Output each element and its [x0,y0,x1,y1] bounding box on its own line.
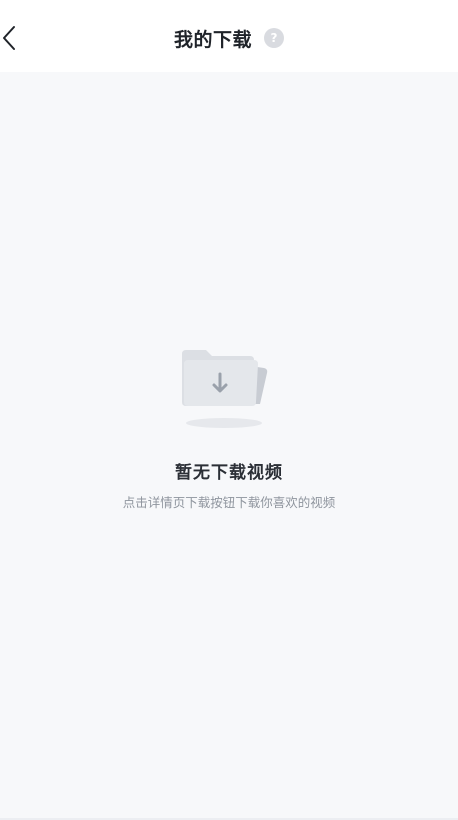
empty-subtitle: 点击详情页下载按钮下载你喜欢的视频 [122,495,336,510]
help-glyph: ? [270,31,278,45]
empty-title: 暂无下载视频 [175,463,283,483]
title-group: 我的下载 ? [0,22,458,54]
folder-download-icon [182,350,268,428]
page-title: 我的下载 [173,28,252,51]
top-bar: 我的下载 ? [0,0,458,72]
question-circle-icon[interactable]: ? [264,28,284,48]
